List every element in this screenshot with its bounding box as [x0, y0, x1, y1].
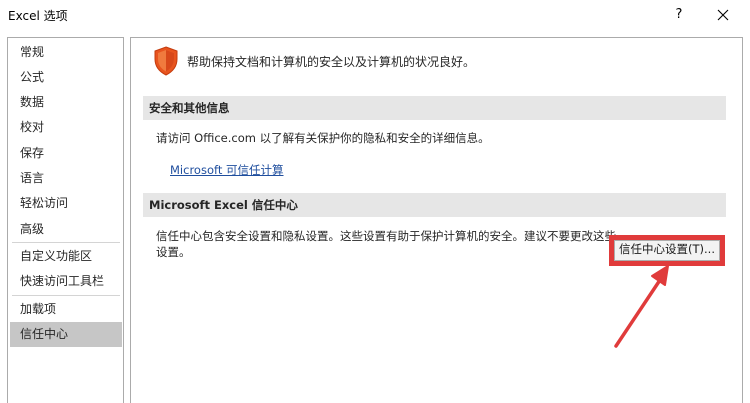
sidebar: 常规 公式 数据 校对 保存 语言 轻松访问 高级 自定义功能区 快速访问工具栏…	[7, 37, 124, 403]
sidebar-divider	[12, 295, 120, 296]
section-header-trust-center: Microsoft Excel 信任中心	[143, 193, 726, 217]
sidebar-item-customize-ribbon[interactable]: 自定义功能区	[10, 245, 122, 267]
sidebar-item-save[interactable]: 保存	[10, 142, 122, 164]
sidebar-item-general[interactable]: 常规	[10, 41, 122, 63]
sidebar-item-accessibility[interactable]: 轻松访问	[10, 192, 122, 214]
trust-center-settings-button[interactable]: 信任中心设置(T)...	[614, 240, 720, 261]
trust-center-description-line2: 设置。	[156, 245, 191, 259]
close-button[interactable]	[710, 3, 736, 27]
title-bar: Excel 选项 ?	[0, 0, 750, 30]
close-icon	[717, 9, 729, 21]
trust-center-description-line1: 信任中心包含安全设置和隐私设置。这些设置有助于保护计算机的安全。建议不要更改这些	[156, 229, 616, 243]
shield-icon	[154, 46, 178, 76]
help-button[interactable]: ?	[666, 3, 692, 27]
sidebar-divider	[12, 242, 120, 243]
privacy-info-text: 请访问 Office.com 以了解有关保护你的隐私和安全的详细信息。	[156, 131, 490, 145]
section-header-security-info: 安全和其他信息	[143, 96, 726, 120]
sidebar-item-language[interactable]: 语言	[10, 167, 122, 189]
sidebar-item-data[interactable]: 数据	[10, 91, 122, 113]
sidebar-item-proofing[interactable]: 校对	[10, 116, 122, 138]
trust-center-settings-highlight: 信任中心设置(T)...	[609, 235, 725, 266]
trustworthy-computing-link[interactable]: Microsoft 可信任计算	[170, 162, 284, 178]
intro-text: 帮助保持文档和计算机的安全以及计算机的状况良好。	[187, 55, 476, 69]
sidebar-item-trust-center[interactable]: 信任中心	[10, 322, 122, 347]
sidebar-item-advanced[interactable]: 高级	[10, 218, 122, 240]
main-panel: 帮助保持文档和计算机的安全以及计算机的状况良好。 安全和其他信息 请访问 Off…	[130, 37, 743, 403]
sidebar-item-quick-access-toolbar[interactable]: 快速访问工具栏	[10, 270, 122, 292]
sidebar-item-formulas[interactable]: 公式	[10, 66, 122, 88]
sidebar-item-addins[interactable]: 加载项	[10, 298, 122, 320]
window-title: Excel 选项	[8, 9, 68, 23]
